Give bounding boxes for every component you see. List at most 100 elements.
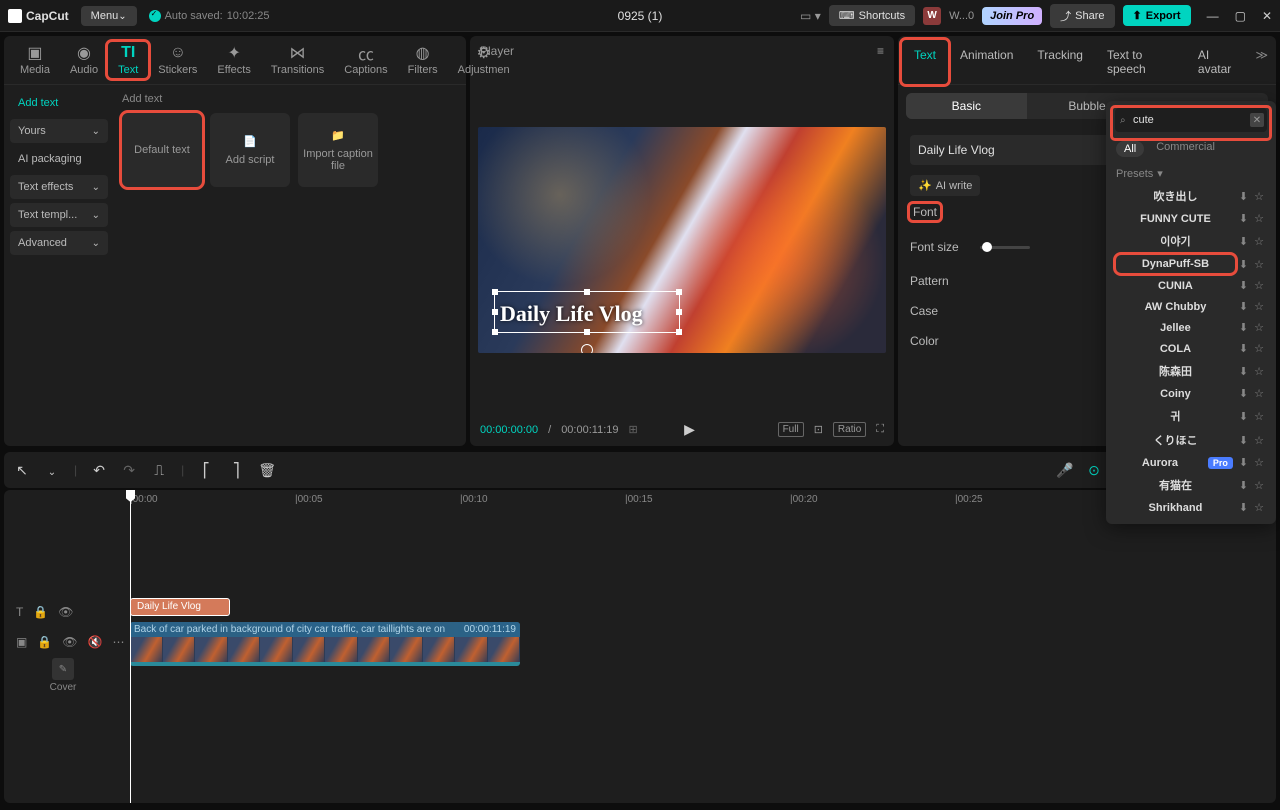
inspector-tab-tracking[interactable]: Tracking <box>1025 40 1095 84</box>
font-item[interactable]: Jellee⬇☆ <box>1112 317 1270 338</box>
eye-icon[interactable]: 👁 <box>58 605 73 619</box>
sidebar-add-text[interactable]: Add text <box>10 91 108 115</box>
share-button[interactable]: ⤴ Share <box>1050 4 1114 28</box>
minimize-icon[interactable]: — <box>1207 9 1219 23</box>
record-icon[interactable]: 🎤 <box>1056 462 1072 479</box>
tile-import-caption[interactable]: 📁Import caption file <box>298 113 378 187</box>
tab-stickers[interactable]: ☺Stickers <box>148 42 207 78</box>
tab-transitions[interactable]: ⋈Transitions <box>261 42 334 78</box>
download-icon[interactable]: ⬇ <box>1239 258 1248 271</box>
inspector-tab-tts[interactable]: Text to speech <box>1095 40 1186 84</box>
rotate-handle-icon[interactable] <box>581 344 593 353</box>
toggle-icon[interactable]: ⊙ <box>1086 462 1102 479</box>
inspector-tabs-overflow[interactable]: ≫ <box>1251 40 1272 84</box>
text-selection-box[interactable] <box>494 291 680 333</box>
download-icon[interactable]: ⬇ <box>1239 410 1248 423</box>
search-clear-button[interactable]: ✕ <box>1250 113 1264 127</box>
star-icon[interactable]: ☆ <box>1254 434 1264 447</box>
tab-audio[interactable]: ◉Audio <box>60 42 108 78</box>
sidebar-text-effects[interactable]: Text effects <box>10 175 108 199</box>
timeline-ruler[interactable]: |00:00|00:05|00:10|00:15|00:20|00:25|00:… <box>122 490 1276 514</box>
split-icon[interactable]: ⎍ <box>151 462 167 479</box>
tab-filters[interactable]: ◍Filters <box>398 42 448 78</box>
star-icon[interactable]: ☆ <box>1254 501 1264 514</box>
video-preview[interactable]: Daily Life Vlog <box>478 127 886 353</box>
star-icon[interactable]: ☆ <box>1254 410 1264 423</box>
tab-effects[interactable]: ✦Effects <box>207 42 260 78</box>
star-icon[interactable]: ☆ <box>1254 190 1264 203</box>
font-item[interactable]: AuroraPro⬇☆ <box>1112 452 1270 473</box>
download-icon[interactable]: ⬇ <box>1239 321 1248 334</box>
star-icon[interactable]: ☆ <box>1254 456 1264 469</box>
download-icon[interactable]: ⬇ <box>1239 456 1248 469</box>
sidebar-advanced[interactable]: Advanced <box>10 231 108 255</box>
delete-icon[interactable]: 🗑 <box>258 462 274 479</box>
download-icon[interactable]: ⬇ <box>1239 479 1248 492</box>
video-clip[interactable]: Back of car parked in background of city… <box>130 622 520 666</box>
mute-icon[interactable]: 🔇 <box>88 635 103 649</box>
font-item[interactable]: 이야기⬇☆ <box>1112 229 1270 253</box>
download-icon[interactable]: ⬇ <box>1239 190 1248 203</box>
text-clip[interactable]: Daily Life Vlog <box>130 598 230 616</box>
download-icon[interactable]: ⬇ <box>1239 387 1248 400</box>
star-icon[interactable]: ☆ <box>1254 258 1264 271</box>
font-item[interactable]: Coiny⬇☆ <box>1112 383 1270 404</box>
font-filter-all[interactable]: All <box>1116 141 1144 157</box>
tab-text[interactable]: TIText <box>108 42 148 78</box>
ratio-button[interactable]: Ratio <box>833 422 866 437</box>
compare-icon[interactable]: ⊞ <box>628 423 637 436</box>
fullscreen-icon[interactable]: ⛶ <box>876 423 884 436</box>
export-button[interactable]: ⬆ Export <box>1123 5 1191 26</box>
font-item[interactable]: 귀⬇☆ <box>1112 404 1270 428</box>
tab-captions[interactable]: ㏄Captions <box>334 42 397 78</box>
star-icon[interactable]: ☆ <box>1254 300 1264 313</box>
font-item[interactable]: COLA⬇☆ <box>1112 338 1270 359</box>
text-track-head[interactable]: T🔒👁 <box>4 600 122 624</box>
eye-icon[interactable]: 👁 <box>62 635 77 649</box>
ai-writer-button[interactable]: ✨ AI write <box>910 175 980 196</box>
project-title[interactable]: 0925 (1) <box>618 9 663 23</box>
shortcuts-button[interactable]: ⌨ Shortcuts <box>829 5 915 26</box>
font-size-slider[interactable] <box>980 246 1030 249</box>
font-item[interactable]: DynaPuff-SB⬇☆ <box>1112 253 1270 275</box>
download-icon[interactable]: ⬇ <box>1239 212 1248 225</box>
download-icon[interactable]: ⬇ <box>1239 501 1248 514</box>
sidebar-yours[interactable]: Yours <box>10 119 108 143</box>
full-button[interactable]: Full <box>778 422 804 437</box>
star-icon[interactable]: ☆ <box>1254 365 1264 378</box>
playhead[interactable] <box>130 490 131 803</box>
download-icon[interactable]: ⬇ <box>1239 279 1248 292</box>
split-right-icon[interactable]: ⎤ <box>228 462 244 479</box>
undo-icon[interactable]: ↶ <box>91 462 107 479</box>
tool-dropdown-icon[interactable] <box>44 462 60 478</box>
star-icon[interactable]: ☆ <box>1254 479 1264 492</box>
font-item[interactable]: 有猫在⬇☆ <box>1112 473 1270 497</box>
download-icon[interactable]: ⬇ <box>1239 434 1248 447</box>
star-icon[interactable]: ☆ <box>1254 321 1264 334</box>
player-menu-icon[interactable]: ≡ <box>877 44 884 58</box>
font-item[interactable]: Shrikhand⬇☆ <box>1112 497 1270 518</box>
crop-icon[interactable]: ⊡ <box>814 423 823 436</box>
tile-add-script[interactable]: 📄Add script <box>210 113 290 187</box>
font-search-input[interactable] <box>1115 108 1267 132</box>
play-button[interactable]: ▶ <box>684 421 695 438</box>
font-item[interactable]: くりほこ⬇☆ <box>1112 428 1270 452</box>
select-tool-icon[interactable]: ↖ <box>14 462 30 479</box>
redo-icon[interactable]: ↷ <box>121 462 137 479</box>
sidebar-text-templates[interactable]: Text templ... <box>10 203 108 227</box>
star-icon[interactable]: ☆ <box>1254 279 1264 292</box>
font-item[interactable]: AW Chubby⬇☆ <box>1112 296 1270 317</box>
tab-media[interactable]: ▣Media <box>10 42 60 78</box>
download-icon[interactable]: ⬇ <box>1239 342 1248 355</box>
download-icon[interactable]: ⬇ <box>1239 235 1248 248</box>
tile-default-text[interactable]: Default text <box>122 113 202 187</box>
subtab-basic[interactable]: Basic <box>906 93 1027 119</box>
star-icon[interactable]: ☆ <box>1254 342 1264 355</box>
font-presets[interactable]: Presets ▾ <box>1112 163 1270 184</box>
menu-button[interactable]: Menu <box>81 6 137 26</box>
lock-icon[interactable]: 🔒 <box>37 635 52 649</box>
user-avatar[interactable]: W <box>923 7 941 25</box>
sidebar-ai-packaging[interactable]: AI packaging <box>10 147 108 171</box>
video-track-head[interactable]: ▣🔒👁🔇⋯ <box>4 630 122 654</box>
font-filter-commercial[interactable]: Commercial <box>1156 141 1215 157</box>
